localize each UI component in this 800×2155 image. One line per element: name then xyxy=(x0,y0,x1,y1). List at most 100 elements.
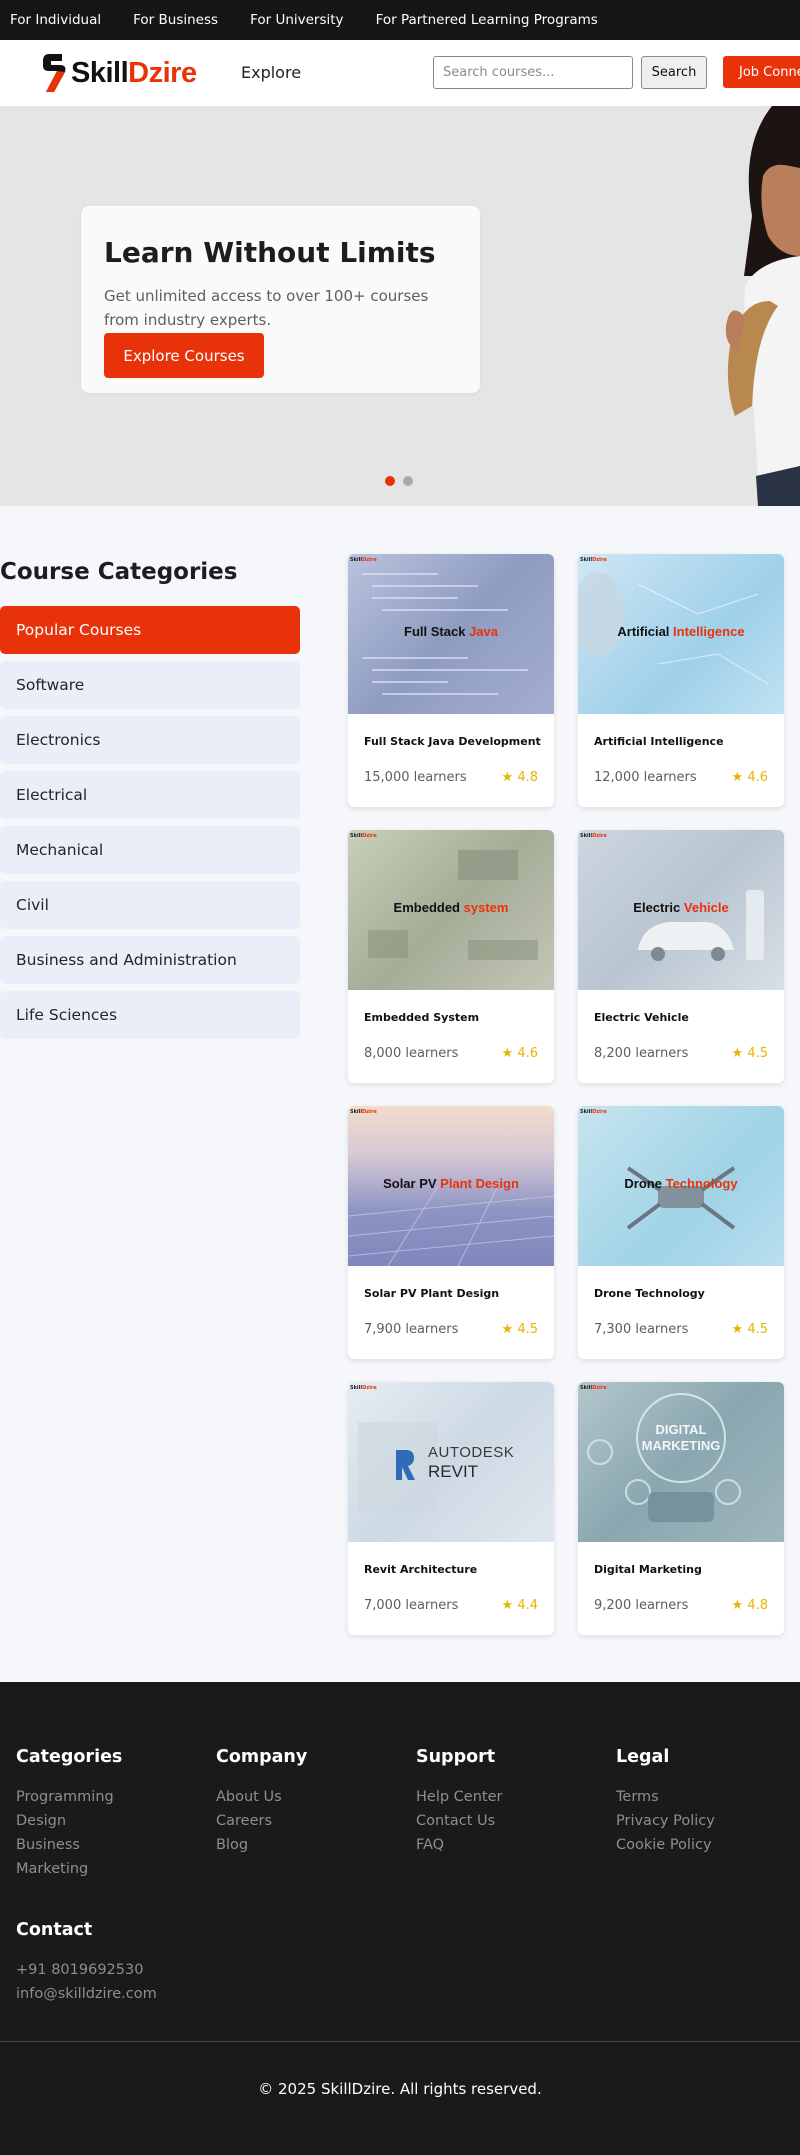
thumbnail-caption: Artificial Intelligence xyxy=(578,624,784,639)
course-thumbnail-ai: SkillDzire Artificial Intelligence xyxy=(578,554,784,714)
footer-link-about-us[interactable]: About Us xyxy=(216,1785,396,1809)
course-title: Artificial Intelligence xyxy=(594,735,724,748)
course-card-embedded[interactable]: SkillDzire Embedded system Embedded Syst… xyxy=(348,830,554,1083)
site-footer: Categories Programming Design Business M… xyxy=(0,1682,800,2155)
course-thumbnail-java: SkillDzire Full Stack Java xyxy=(348,554,554,714)
site-header: SkillDzire Explore Search Job Connect xyxy=(0,40,800,106)
logo-text-dzire: Dzire xyxy=(128,56,197,89)
category-item-electrical[interactable]: Electrical xyxy=(0,771,300,819)
footer-link-contact-us[interactable]: Contact Us xyxy=(416,1809,596,1833)
thumbnail-caption: Drone Technology xyxy=(578,1176,784,1191)
category-item-mechanical[interactable]: Mechanical xyxy=(0,826,300,874)
hero-subtitle: Get unlimited access to over 100+ course… xyxy=(104,287,429,329)
search-button[interactable]: Search xyxy=(641,56,707,89)
course-card-drone[interactable]: SkillDzire Drone Technology Drone Techno… xyxy=(578,1106,784,1359)
course-learners: 12,000 learners xyxy=(594,770,697,785)
footer-link-terms[interactable]: Terms xyxy=(616,1785,796,1809)
category-item-civil[interactable]: Civil xyxy=(0,881,300,929)
footer-link-faq[interactable]: FAQ xyxy=(416,1833,596,1857)
course-rating: ★ 4.5 xyxy=(501,1322,538,1337)
thumbnail-brand-mark: SkillDzire xyxy=(350,833,377,839)
course-title: Revit Architecture xyxy=(364,1563,478,1576)
thumb-caption-text: Embedded xyxy=(393,900,461,915)
footer-column-legal: Legal Terms Privacy Policy Cookie Policy xyxy=(616,1747,796,1857)
category-item-software[interactable]: Software xyxy=(0,661,300,709)
course-grid: SkillDzire Full Stack Java Full Stack Ja… xyxy=(348,554,784,1635)
thumb-caption-text: Full Stack xyxy=(404,624,466,639)
thumb-brand-b: Dzire xyxy=(362,557,377,563)
thumb-brand-a: Skill xyxy=(350,833,363,839)
thumbnail-brand-mark: SkillDzire xyxy=(580,1109,607,1115)
category-item-popular-courses[interactable]: Popular Courses xyxy=(0,606,300,654)
course-rating: ★ 4.6 xyxy=(501,1046,538,1061)
footer-link-marketing[interactable]: Marketing xyxy=(16,1857,196,1881)
topbar-link-business[interactable]: For Business xyxy=(133,12,218,28)
carousel-dot-2[interactable] xyxy=(403,476,413,486)
footer-link-privacy-policy[interactable]: Privacy Policy xyxy=(616,1809,796,1833)
thumb-caption-highlight: Technology xyxy=(665,1176,738,1191)
thumb-brand-a: Skill xyxy=(350,1385,363,1391)
course-card-java[interactable]: SkillDzire Full Stack Java Full Stack Ja… xyxy=(348,554,554,807)
category-list: Popular Courses Software Electronics Ele… xyxy=(0,606,300,1046)
course-card-revit[interactable]: SkillDzire AUTODESK REVIT Revit Architec… xyxy=(348,1382,554,1635)
footer-link-blog[interactable]: Blog xyxy=(216,1833,396,1857)
course-title: Electric Vehicle xyxy=(594,1011,689,1024)
thumb-brand-b: Dzire xyxy=(362,1385,377,1391)
site-logo[interactable]: SkillDzire xyxy=(40,52,197,94)
footer-heading: Support xyxy=(416,1747,496,1767)
course-learners: 8,200 learners xyxy=(594,1046,689,1061)
topbar-link-partnered[interactable]: For Partnered Learning Programs xyxy=(376,12,598,28)
course-card-solar[interactable]: SkillDzire Solar PV Plant Design Solar P… xyxy=(348,1106,554,1359)
thumb-caption-highlight: Plant Design xyxy=(440,1176,519,1191)
course-thumbnail-drone: SkillDzire Drone Technology xyxy=(578,1106,784,1266)
course-card-ai[interactable]: SkillDzire Artificial Intelligence Artif… xyxy=(578,554,784,807)
footer-column-categories: Categories Programming Design Business M… xyxy=(16,1747,196,1881)
footer-heading: Company xyxy=(216,1747,308,1767)
thumb-brand-a: Skill xyxy=(580,1109,593,1115)
carousel-dots xyxy=(385,476,421,486)
thumb-caption-highlight: system xyxy=(463,900,509,915)
footer-link-help-center[interactable]: Help Center xyxy=(416,1785,596,1809)
course-learners: 15,000 learners xyxy=(364,770,467,785)
footer-email-link[interactable]: info@skilldzire.com xyxy=(16,1982,157,2006)
footer-phone-link[interactable]: +91 8019692530 xyxy=(16,1958,157,1982)
course-thumbnail-revit: SkillDzire AUTODESK REVIT xyxy=(348,1382,554,1542)
carousel-dot-1[interactable] xyxy=(385,476,395,486)
topbar-link-individual[interactable]: For Individual xyxy=(10,12,101,28)
thumb-brand-b: Dzire xyxy=(362,1109,377,1115)
thumb-caption-highlight: Vehicle xyxy=(683,900,729,915)
footer-link-careers[interactable]: Careers xyxy=(216,1809,396,1833)
category-item-business-administration[interactable]: Business and Administration xyxy=(0,936,300,984)
hero-card: Learn Without Limits Get unlimited acces… xyxy=(81,206,480,393)
explore-menu[interactable]: Explore xyxy=(241,63,301,82)
thumbnail-brand-mark: SkillDzire xyxy=(580,1385,607,1391)
category-item-electronics[interactable]: Electronics xyxy=(0,716,300,764)
course-thumbnail-digital-marketing: SkillDzire DIGITAL MARKETING xyxy=(578,1382,784,1542)
course-card-ev[interactable]: SkillDzire Electric Vehicle Electric Veh… xyxy=(578,830,784,1083)
topbar-link-university[interactable]: For University xyxy=(250,12,344,28)
hero-title: Learn Without Limits xyxy=(104,236,436,269)
thumbnail-brand-mark: SkillDzire xyxy=(580,557,607,563)
top-audience-bar: For Individual For Business For Universi… xyxy=(0,0,800,40)
course-thumbnail-ev: SkillDzire Electric Vehicle xyxy=(578,830,784,990)
course-rating: ★ 4.8 xyxy=(731,1598,768,1613)
footer-heading: Contact xyxy=(16,1920,93,1940)
course-title: Solar PV Plant Design xyxy=(364,1287,500,1300)
thumb-brand-b: Dzire xyxy=(592,1385,607,1391)
footer-link-business[interactable]: Business xyxy=(16,1833,196,1857)
thumbnail-brand-mark: SkillDzire xyxy=(350,557,377,563)
job-connect-button[interactable]: Job Connect xyxy=(723,56,800,88)
explore-courses-button[interactable]: Explore Courses xyxy=(104,333,264,378)
category-item-life-sciences[interactable]: Life Sciences xyxy=(0,991,300,1039)
thumb-brand-b: Dzire xyxy=(362,833,377,839)
footer-link-programming[interactable]: Programming xyxy=(16,1785,196,1809)
thumb-caption-text: Artificial xyxy=(617,624,670,639)
thumbnail-brand-mark: SkillDzire xyxy=(350,1109,377,1115)
course-thumbnail-solar: SkillDzire Solar PV Plant Design xyxy=(348,1106,554,1266)
footer-link-design[interactable]: Design xyxy=(16,1809,196,1833)
course-card-digital-marketing[interactable]: SkillDzire DIGITAL MARKETING Digital Mar… xyxy=(578,1382,784,1635)
footer-link-cookie-policy[interactable]: Cookie Policy xyxy=(616,1833,796,1857)
course-rating: ★ 4.5 xyxy=(731,1322,768,1337)
copyright-text: © 2025 SkillDzire. All rights reserved. xyxy=(258,2080,542,2098)
search-input[interactable] xyxy=(433,56,633,89)
